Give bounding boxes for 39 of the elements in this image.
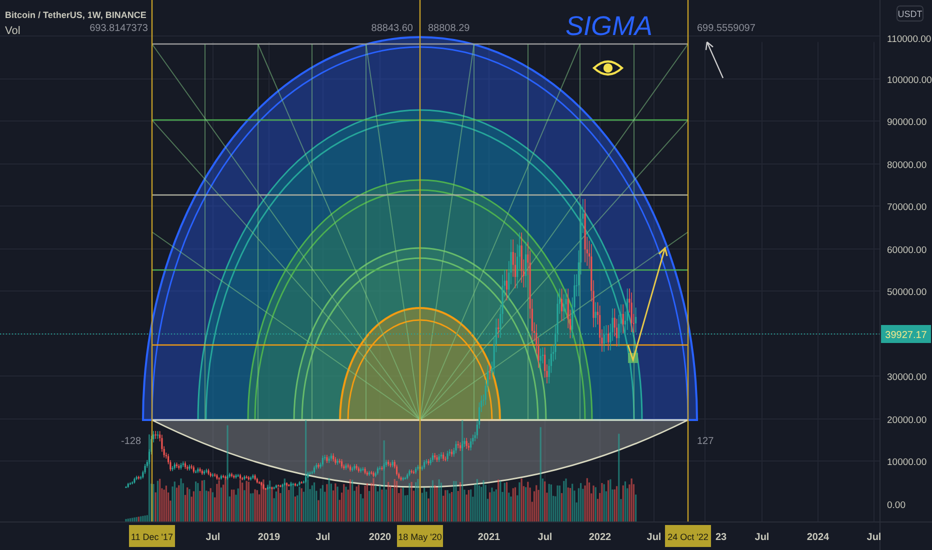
price-tick: 0.00 (887, 500, 906, 511)
drawing-label: 88843.60 (371, 23, 413, 34)
time-tick: 2024 (806, 532, 830, 543)
price-tick: 90000.00 (887, 117, 927, 128)
time-tick: 2020 (368, 532, 392, 543)
time-tick: 18 May '20 (398, 532, 442, 542)
time-tick: Jul (866, 532, 882, 543)
title-text: SIGMA (566, 11, 652, 41)
last-price-badge: 39927.17 (881, 325, 931, 343)
symbol-legend: Bitcoin / TetherUS, 1W, BINANCE (5, 10, 146, 20)
drawing-label: 699.5559097 (697, 23, 756, 34)
time-tick: 2022 (588, 532, 612, 543)
time-tick: 11 Dec '17 (130, 532, 174, 542)
arrow-icon (705, 41, 724, 79)
time-tick: 23 (715, 532, 727, 543)
time-tick: 24 Oct '22 (668, 532, 708, 542)
time-tick: 2021 (478, 532, 500, 543)
price-tick: 60000.00 (887, 245, 927, 256)
price-tick: 30000.00 (887, 372, 927, 383)
price-tick: 80000.00 (887, 160, 927, 171)
price-tick: 20000.00 (887, 415, 927, 426)
volume-legend: Vol (5, 25, 20, 37)
eye-icon (592, 60, 624, 76)
price-tick: 50000.00 (887, 287, 927, 298)
price-tick: 110000.00 (887, 34, 932, 45)
currency-button[interactable]: USDT (896, 6, 924, 22)
drawing-label: 127 (697, 436, 714, 447)
drawing-label: -128 (120, 436, 141, 447)
price-tick: 70000.00 (887, 202, 927, 213)
time-tick: Jul (316, 532, 330, 543)
price-tick: 10000.00 (887, 457, 927, 468)
time-tick: 2019 (258, 532, 280, 543)
drawing-label: 693.8147373 (90, 23, 148, 34)
time-tick: Jul (646, 532, 662, 543)
drawing-label: 88808.29 (428, 23, 470, 34)
time-tick: Jul (538, 532, 552, 543)
price-tick: 100000.00 (887, 75, 932, 86)
time-tick: Jul (754, 532, 770, 543)
time-tick: Jul (206, 532, 220, 543)
